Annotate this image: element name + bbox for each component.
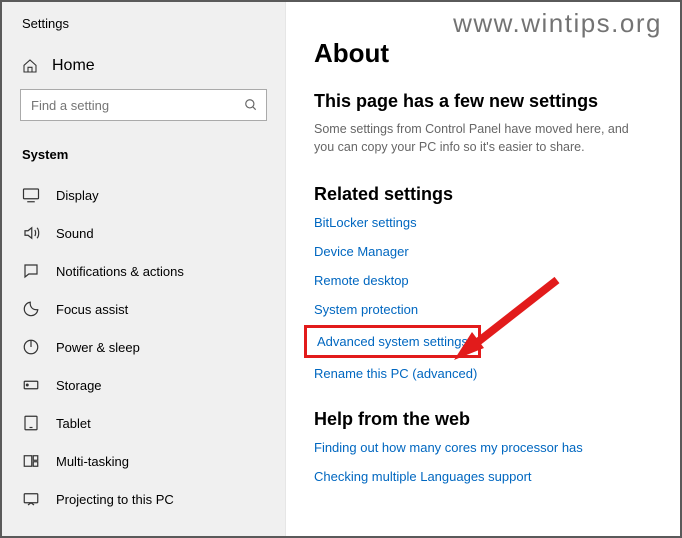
- projecting-icon: [22, 490, 40, 508]
- new-settings-text: Some settings from Control Panel have mo…: [314, 120, 652, 156]
- new-settings-title: This page has a few new settings: [314, 91, 652, 112]
- sidebar-item-notifications[interactable]: Notifications & actions: [2, 252, 285, 290]
- focus-assist-icon: [22, 300, 40, 318]
- sidebar-item-label: Storage: [56, 378, 102, 393]
- settings-app: Settings Home System Display: [2, 2, 680, 536]
- sidebar-item-sound[interactable]: Sound: [2, 214, 285, 252]
- sidebar-item-power-sleep[interactable]: Power & sleep: [2, 328, 285, 366]
- content-pane: About This page has a few new settings S…: [286, 2, 680, 536]
- search-icon: [244, 98, 258, 112]
- link-remote-desktop[interactable]: Remote desktop: [314, 273, 409, 288]
- sidebar-item-label: Focus assist: [56, 302, 128, 317]
- sidebar-item-focus-assist[interactable]: Focus assist: [2, 290, 285, 328]
- sidebar-item-label: Multi-tasking: [56, 454, 129, 469]
- window-title: Settings: [2, 12, 285, 49]
- link-advanced-system-settings[interactable]: Advanced system settings: [304, 325, 481, 358]
- sidebar-item-multitasking[interactable]: Multi-tasking: [2, 442, 285, 480]
- home-icon: [22, 58, 38, 74]
- search-input[interactable]: [31, 98, 244, 113]
- sidebar-item-label: Tablet: [56, 416, 91, 431]
- sidebar-item-storage[interactable]: Storage: [2, 366, 285, 404]
- sidebar-item-tablet[interactable]: Tablet: [2, 404, 285, 442]
- notifications-icon: [22, 262, 40, 280]
- link-device-manager[interactable]: Device Manager: [314, 244, 409, 259]
- search-box[interactable]: [20, 89, 267, 121]
- tablet-icon: [22, 414, 40, 432]
- related-settings-title: Related settings: [314, 184, 652, 205]
- link-system-protection[interactable]: System protection: [314, 302, 418, 317]
- sound-icon: [22, 224, 40, 242]
- sidebar-item-display[interactable]: Display: [2, 176, 285, 214]
- power-icon: [22, 338, 40, 356]
- sidebar-item-projecting[interactable]: Projecting to this PC: [2, 480, 285, 518]
- related-settings-links: BitLocker settings Device Manager Remote…: [314, 215, 652, 381]
- sidebar-item-label: Power & sleep: [56, 340, 140, 355]
- link-help-languages[interactable]: Checking multiple Languages support: [314, 469, 532, 484]
- group-header-system: System: [2, 139, 285, 176]
- sidebar-item-label: Projecting to this PC: [56, 492, 174, 507]
- sidebar: Settings Home System Display: [2, 2, 286, 536]
- storage-icon: [22, 376, 40, 394]
- sidebar-item-label: Sound: [56, 226, 94, 241]
- sidebar-item-label: Display: [56, 188, 99, 203]
- help-links: Finding out how many cores my processor …: [314, 440, 652, 484]
- link-help-cores[interactable]: Finding out how many cores my processor …: [314, 440, 583, 455]
- home-label: Home: [52, 57, 95, 75]
- multitasking-icon: [22, 452, 40, 470]
- home-button[interactable]: Home: [2, 49, 285, 89]
- page-title: About: [314, 38, 652, 69]
- help-from-web-title: Help from the web: [314, 409, 652, 430]
- link-bitlocker-settings[interactable]: BitLocker settings: [314, 215, 417, 230]
- link-rename-this-pc[interactable]: Rename this PC (advanced): [314, 366, 477, 381]
- display-icon: [22, 186, 40, 204]
- sidebar-item-label: Notifications & actions: [56, 264, 184, 279]
